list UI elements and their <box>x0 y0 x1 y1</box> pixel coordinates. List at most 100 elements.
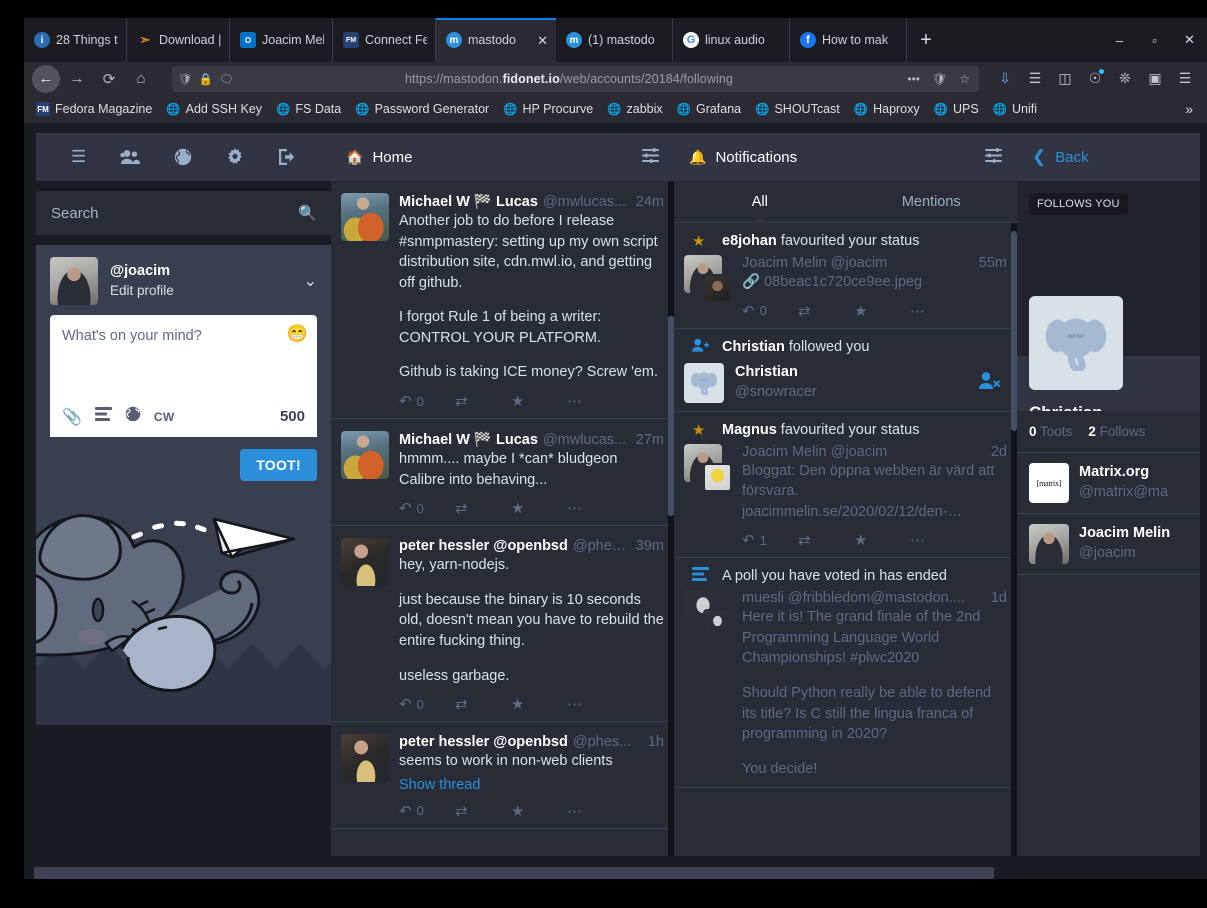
bookmarks-overflow-icon[interactable]: » <box>1177 101 1201 117</box>
avatar[interactable] <box>1029 296 1123 390</box>
home-button[interactable]: ⌂ <box>126 65 156 93</box>
community-icon[interactable] <box>120 149 141 165</box>
favourite-button[interactable]: ★ <box>854 302 910 320</box>
boost-button[interactable]: ⇄ <box>455 499 511 517</box>
browser-tab-2[interactable]: O Joacim Meli <box>230 18 333 62</box>
reply-button[interactable]: ↶ 0 <box>399 392 455 410</box>
boost-button[interactable]: ⇄ <box>798 302 854 320</box>
show-thread-link[interactable]: Show thread <box>399 777 664 793</box>
list-item[interactable]: Joacim Melin @joacim <box>1017 514 1200 575</box>
avatar[interactable] <box>341 431 389 480</box>
bookmark-ups[interactable]: 🌐 UPS <box>928 100 985 118</box>
extension-icon[interactable]: ❊ <box>1111 65 1139 93</box>
screenshot-icon[interactable]: ▣ <box>1141 65 1169 93</box>
sliders-icon[interactable] <box>985 147 1002 167</box>
bookmark-fs-data[interactable]: 🌐 FS Data <box>270 100 347 118</box>
close-window-button[interactable]: ✕ <box>1172 18 1207 62</box>
more-button[interactable]: ⋯ <box>910 302 966 320</box>
emoji-picker-icon[interactable]: 😁 <box>287 324 308 344</box>
table-row[interactable]: Michael W 🏁 Lucas @mwlucas... 24m Anothe… <box>331 181 674 420</box>
display-name[interactable]: peter hessler @openbsd <box>399 538 568 554</box>
browser-tab-1[interactable]: ➣ Download | <box>127 18 230 62</box>
page-horizontal-scrollbar-thumb[interactable] <box>34 867 994 879</box>
more-button[interactable]: ⋯ <box>567 695 623 713</box>
tab-mentions[interactable]: Mentions <box>846 181 1018 222</box>
page-actions-icon[interactable]: ••• <box>904 72 923 86</box>
gear-icon[interactable] <box>226 148 244 166</box>
tab-all[interactable]: All <box>674 181 846 223</box>
follow-row[interactable]: Christian @snowracer <box>684 361 1007 403</box>
favourite-button[interactable]: ★ <box>854 531 910 549</box>
maximize-button[interactable]: ▫ <box>1137 18 1172 62</box>
bookmark-add-ssh-key[interactable]: 🌐 Add SSH Key <box>160 100 268 118</box>
account-icon[interactable]: ☉ <box>1081 65 1109 93</box>
bookmark-unifi[interactable]: 🌐 Unifi <box>987 100 1043 118</box>
bookmark-hp-procurve[interactable]: 🌐 HP Procurve <box>497 100 599 118</box>
edit-profile-link[interactable]: Edit profile <box>110 282 174 300</box>
reply-button[interactable]: ↶ 0 <box>742 302 798 320</box>
lock-icon[interactable]: 🔒 <box>199 72 213 86</box>
favourite-button[interactable]: ★ <box>511 392 567 410</box>
pocket-icon[interactable]: 🛡 <box>929 72 950 86</box>
close-icon[interactable]: ✕ <box>535 34 548 47</box>
table-row[interactable]: peter hessler @openbsd @phes... 1h seems… <box>331 722 674 829</box>
user-remove-icon[interactable] <box>979 371 1007 394</box>
browser-tab-7[interactable]: f How to mak <box>790 18 907 62</box>
shield-icon[interactable]: 🛡 <box>178 72 193 86</box>
table-row[interactable]: peter hessler @openbsd @phes... 39m hey,… <box>331 526 674 723</box>
browser-tab-0[interactable]: i 28 Things t <box>24 18 127 62</box>
follower-name[interactable]: Christian <box>735 363 817 383</box>
chevron-left-icon[interactable]: ❮ <box>1032 147 1046 167</box>
reload-button[interactable]: ⟳ <box>94 65 124 93</box>
forward-button[interactable]: → <box>62 65 92 93</box>
paperclip-icon[interactable]: 📎 <box>62 407 82 427</box>
avatar[interactable] <box>341 193 389 241</box>
list-item[interactable]: [matrix] Matrix.org @matrix@ma <box>1017 453 1200 514</box>
compose-textarea[interactable] <box>50 315 317 393</box>
bookmark-haproxy[interactable]: 🌐 Haproxy <box>848 100 926 118</box>
notifications-column-header[interactable]: 🔔 Notifications <box>674 133 1017 181</box>
sliders-icon[interactable] <box>642 147 659 167</box>
search-input[interactable] <box>36 191 331 235</box>
bookmark-zabbix[interactable]: 🌐 zabbix <box>601 100 668 118</box>
toot-button[interactable]: TOOT! <box>240 449 317 481</box>
permissions-icon[interactable]: 🗨 <box>219 72 234 86</box>
sidebar-icon[interactable]: ◫ <box>1051 65 1079 93</box>
globe-icon[interactable] <box>174 148 192 166</box>
download-icon[interactable]: ⇩ <box>991 65 1019 93</box>
favourite-button[interactable]: ★ <box>511 499 567 517</box>
browser-tab-5[interactable]: m (1) mastodo <box>556 18 673 62</box>
more-button[interactable]: ⋯ <box>567 499 623 517</box>
account-row[interactable]: @joacim Edit profile ⌄ <box>36 245 331 315</box>
url-bar[interactable]: 🛡 🔒 🗨 https://mastodon.fidonet.io/web/ac… <box>172 65 979 92</box>
reply-button[interactable]: ↶ 0 <box>399 499 455 517</box>
search-icon[interactable]: 🔍 <box>298 204 317 222</box>
poll-icon[interactable] <box>94 407 112 426</box>
follows-stat[interactable]: 2 Follows <box>1088 424 1145 439</box>
hamburger-icon[interactable]: ☰ <box>71 147 86 167</box>
display-name[interactable]: peter hessler @openbsd <box>399 734 568 750</box>
bookmark-shoutcast[interactable]: 🌐 SHOUTcast <box>749 100 846 118</box>
new-tab-button[interactable]: + <box>907 18 945 62</box>
home-scroller[interactable]: Michael W 🏁 Lucas @mwlucas... 24m Anothe… <box>331 181 674 856</box>
boost-button[interactable]: ⇄ <box>455 802 511 820</box>
minimize-button[interactable]: – <box>1102 18 1137 62</box>
globe-icon[interactable] <box>125 406 141 427</box>
chevron-down-icon[interactable]: ⌄ <box>304 271 317 291</box>
list-item[interactable]: ★ Magnus favourited your status Joacim M… <box>674 412 1017 559</box>
reply-button[interactable]: ↶ 0 <box>399 695 455 713</box>
boost-button[interactable]: ⇄ <box>798 531 854 549</box>
back-button[interactable]: ← <box>32 64 60 93</box>
table-row[interactable]: Michael W 🏁 Lucas @mwlucas... 27m hmmm..… <box>331 419 674 527</box>
library-icon[interactable]: ☰ <box>1021 65 1049 93</box>
notifications-scroller[interactable]: ★ e8johan favourited your status Joacim … <box>674 223 1017 856</box>
boost-button[interactable]: ⇄ <box>455 392 511 410</box>
reply-button[interactable]: ↶ 0 <box>399 802 455 820</box>
reply-button[interactable]: ↶ 1 <box>742 531 798 549</box>
more-button[interactable]: ⋯ <box>910 531 966 549</box>
more-button[interactable]: ⋯ <box>567 802 623 820</box>
avatar[interactable] <box>341 538 389 587</box>
list-item[interactable]: A poll you have voted in has ended muesl… <box>674 558 1017 789</box>
bookmark-fedora-magazine[interactable]: FM Fedora Magazine <box>30 100 158 118</box>
home-column-header[interactable]: 🏠 Home <box>331 133 674 181</box>
